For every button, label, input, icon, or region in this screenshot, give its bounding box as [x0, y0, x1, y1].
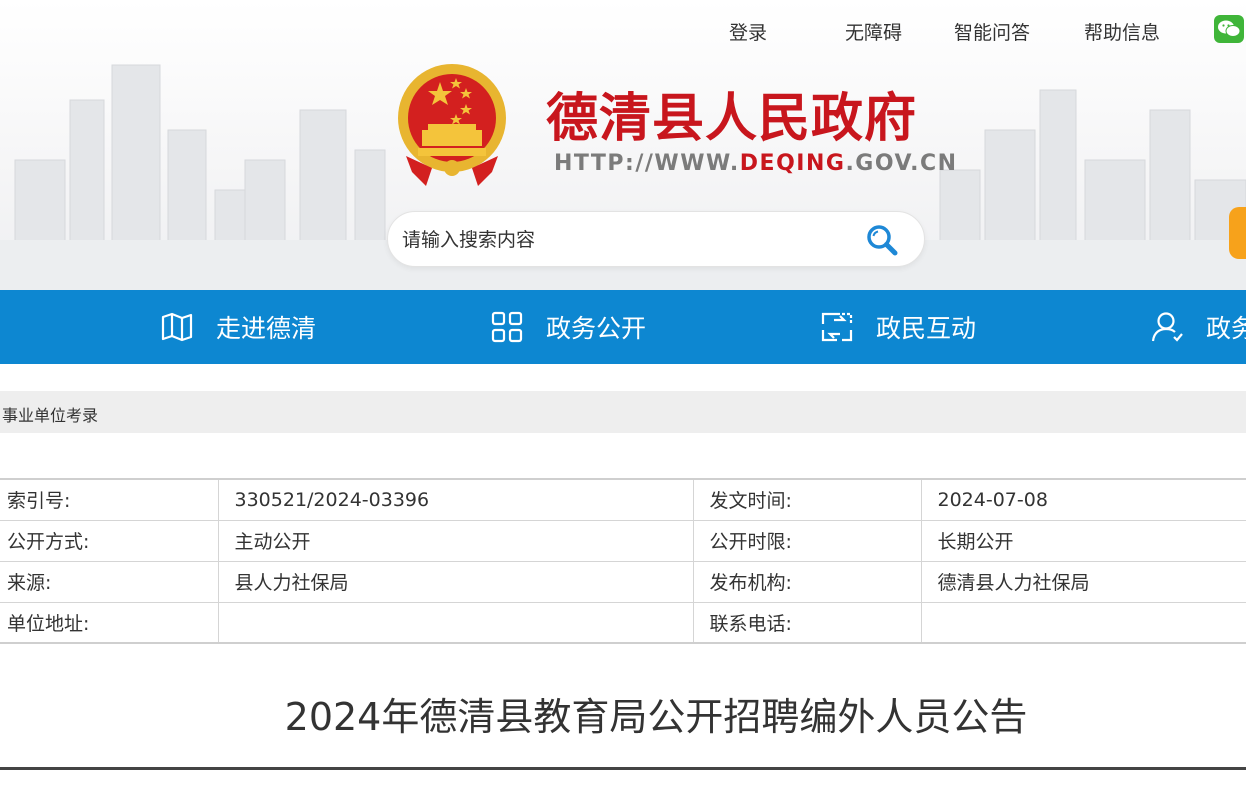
meta-label-phone: 联系电话: — [692, 601, 921, 644]
search-icon[interactable] — [864, 222, 900, 258]
nav-item-gov-affairs[interactable]: 政务公开 — [490, 290, 646, 364]
site-url-prefix: HTTP://WWW. — [554, 151, 740, 176]
meta-value-issue-date: 2024-07-08 — [920, 478, 1246, 521]
search-box — [387, 211, 925, 267]
meta-label-address: 单位地址: — [0, 601, 218, 644]
meta-label-issue-date: 发文时间: — [692, 478, 921, 521]
login-link[interactable]: 登录 — [729, 18, 767, 45]
meta-value-phone — [920, 601, 1246, 644]
meta-label-disclosure-method: 公开方式: — [0, 519, 218, 562]
meta-label-source: 来源: — [0, 560, 218, 603]
meta-value-disclosure-period: 长期公开 — [920, 519, 1246, 562]
top-links-bar: 登录 无障碍 智能问答 帮助信息 — [0, 0, 1246, 60]
breadcrumb: 事业单位考录 — [0, 391, 1246, 433]
meta-label-index: 索引号: — [0, 478, 218, 521]
breadcrumb-item[interactable]: 事业单位考录 — [2, 402, 98, 426]
nav-item-label: 政务公开 — [546, 314, 647, 343]
table-row: 公开方式: 主动公开 公开时限: 长期公开 — [0, 519, 1246, 562]
accessibility-link[interactable]: 无障碍 — [845, 18, 902, 45]
meta-value-address — [217, 601, 693, 644]
side-float-tab[interactable] — [1229, 207, 1246, 259]
table-row: 来源: 县人力社保局 发布机构: 德清县人力社保局 — [0, 560, 1246, 603]
article-title: 2024年德清县教育局公开招聘编外人员公告 — [284, 695, 1028, 739]
meta-label-publisher: 发布机构: — [692, 560, 921, 603]
nav-item-services[interactable]: 政务 — [1150, 290, 1246, 364]
main-nav: 走进德清 政务公开 政民互动 政务 — [0, 290, 1246, 364]
table-row: 单位地址: 联系电话: — [0, 601, 1246, 644]
nav-item-label: 政民互动 — [876, 314, 977, 343]
user-icon — [1151, 312, 1183, 342]
interaction-icon — [821, 312, 853, 342]
site-header: 登录 无障碍 智能问答 帮助信息 德清县人民政府 HTTP://WWW.DEQI… — [0, 0, 1246, 290]
map-icon — [161, 312, 193, 342]
national-emblem-logo — [398, 64, 506, 186]
grid-icon — [491, 311, 523, 343]
help-info-link[interactable]: 帮助信息 — [1084, 18, 1160, 45]
site-title: 德清县人民政府 — [546, 89, 918, 149]
wechat-icon[interactable] — [1214, 15, 1244, 43]
nav-item-label: 走进德清 — [216, 314, 317, 343]
meta-value-index: 330521/2024-03396 — [217, 478, 693, 521]
nav-item-about[interactable]: 走进德清 — [160, 290, 316, 364]
title-divider — [0, 767, 1246, 770]
meta-value-source: 县人力社保局 — [217, 560, 693, 603]
nav-item-label: 政务 — [1206, 314, 1246, 343]
meta-value-disclosure-method: 主动公开 — [217, 519, 693, 562]
smart-qa-link[interactable]: 智能问答 — [954, 18, 1030, 45]
meta-value-publisher: 德清县人力社保局 — [920, 560, 1246, 603]
document-meta-table: 索引号: 330521/2024-03396 发文时间: 2024-07-08 … — [0, 478, 1246, 644]
table-row: 索引号: 330521/2024-03396 发文时间: 2024-07-08 — [0, 478, 1246, 521]
site-url-suffix: .GOV.CN — [845, 151, 958, 176]
meta-label-disclosure-period: 公开时限: — [692, 519, 921, 562]
site-url: HTTP://WWW.DEQING.GOV.CN — [554, 151, 958, 176]
search-input[interactable] — [402, 224, 842, 256]
nav-item-interaction[interactable]: 政民互动 — [820, 290, 976, 364]
site-url-accent: DEQING — [739, 151, 846, 176]
